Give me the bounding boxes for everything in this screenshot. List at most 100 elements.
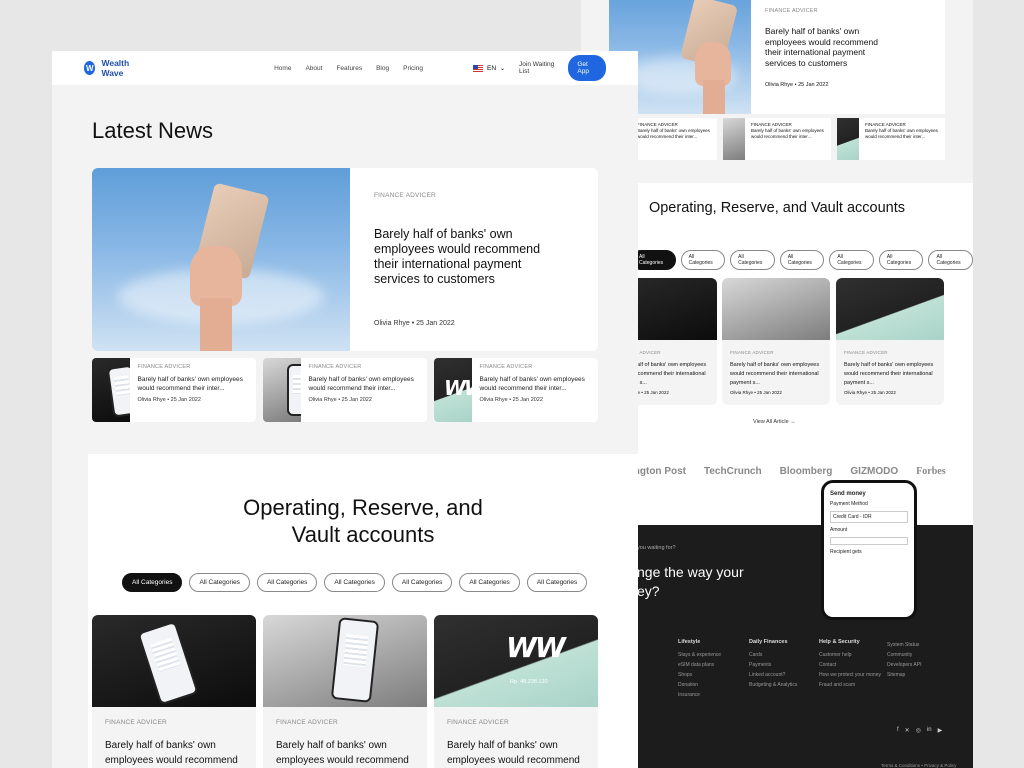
nav-about[interactable]: About: [305, 65, 322, 72]
chip-category[interactable]: All Categories: [324, 573, 385, 592]
top-nav: W Wealth Wave Home About Features Blog P…: [52, 51, 638, 85]
brand-logo[interactable]: W Wealth Wave: [84, 58, 144, 78]
chip-category[interactable]: All Categories: [878, 250, 924, 270]
section-title: Operating, Reserve, and Vault accounts: [243, 495, 483, 547]
language-selector[interactable]: EN ⌄: [472, 64, 506, 72]
article-thumbnail: WW: [434, 358, 472, 422]
card-tag: FINANCE ADVICER: [276, 719, 338, 726]
card-title: Barely half of banks' own employees woul…: [276, 740, 409, 766]
article-image: [263, 615, 427, 707]
chip-category[interactable]: All Categories: [680, 250, 726, 270]
instagram-icon[interactable]: ◎: [916, 727, 921, 734]
chip-category[interactable]: All Categories: [730, 250, 775, 270]
article-card[interactable]: WW Rp. 48.238.120 FINANCE ADVICER Barely …: [434, 615, 598, 768]
small-tag: FINANCE ADVICER: [308, 364, 362, 370]
card-title: Barely half of banks' own employees woul…: [447, 740, 580, 766]
featured-tag: FINANCE ADVICER: [765, 8, 818, 14]
featured-title: Barely half of banks' own employees woul…: [765, 26, 878, 68]
article-card[interactable]: FINANCE ADVICER Barely half of banks' own…: [722, 278, 830, 405]
chip-category[interactable]: All Categories: [829, 250, 874, 270]
card-tag: FINANCE ADVICER: [447, 719, 509, 726]
article-thumbnail: [263, 358, 301, 422]
x-icon[interactable]: ✕: [905, 727, 910, 734]
nav-features[interactable]: Features: [336, 65, 362, 72]
get-app-button[interactable]: Get App: [568, 55, 606, 81]
chip-category[interactable]: All Categories: [391, 573, 453, 592]
small-article-card[interactable]: FINANCE ADVICER Barely half of banks' own…: [723, 118, 831, 160]
small-title: Barely half of banks' own employees woul…: [308, 376, 414, 392]
logo-gizmodo: GIZMODO: [850, 466, 899, 477]
facebook-icon[interactable]: f: [897, 727, 899, 734]
small-tag: FINANCE ADVICER: [137, 364, 191, 370]
secondary-page-preview: FINANCE ADVICER Barely half of banks' ow…: [581, 0, 973, 768]
view-all-link[interactable]: View All Article →: [753, 419, 796, 425]
footer-column: Help & Security Customer help Contact How w…: [819, 639, 881, 688]
linkedin-icon[interactable]: in: [927, 727, 932, 734]
chip-category[interactable]: All Categories: [526, 573, 588, 592]
wealth-wave-icon: W: [84, 61, 96, 75]
article-image: WW Rp. 48.238.120: [434, 615, 598, 707]
logo-techcrunch: TechCrunch: [704, 466, 762, 477]
youtube-icon[interactable]: ▶: [938, 727, 943, 734]
logo-bloomberg: Bloomberg: [779, 466, 833, 477]
small-title: Barely half of banks' own employees woul…: [637, 128, 710, 139]
card-tag: FINANCE ADVICER: [105, 719, 167, 726]
featured-image: [92, 168, 350, 351]
press-logos: ington Post TechCrunch Bloomberg GIZMODO…: [631, 466, 946, 477]
small-author: Olivia Rhye • 25 Jan 2022: [479, 397, 543, 403]
nav-home[interactable]: Home: [274, 65, 291, 72]
nav-pricing[interactable]: Pricing: [403, 65, 423, 72]
small-articles-row: FINANCE ADVICER Barely half of banks' own…: [609, 118, 945, 160]
chip-category[interactable]: All Categories: [189, 573, 250, 592]
small-articles-row: FINANCE ADVICER Barely half of banks' own…: [92, 358, 598, 422]
card-title: Barely half of banks' own employees woul…: [105, 740, 238, 766]
small-author: Olivia Rhye • 25 Jan 2022: [308, 397, 372, 403]
footer-column: Daily Finances Cards Payments Linked accoun…: [749, 639, 798, 688]
social-icons: f ✕ ◎ in ▶: [897, 727, 942, 734]
small-article-card[interactable]: FINANCE ADVICER Barely half of banks' own…: [263, 358, 427, 422]
featured-article-card[interactable]: FINANCE ADVICER Barely half of banks' ow…: [609, 0, 945, 114]
article-image: [92, 615, 256, 707]
featured-title: Barely half of banks' own employees woul…: [374, 227, 541, 286]
featured-tag: FINANCE ADVICER: [374, 192, 436, 199]
footer-cta-heading: nge the way your ey?: [637, 564, 744, 599]
card-tag: FINANCE ADVICER: [730, 350, 774, 355]
brand-name: Wealth Wave: [101, 58, 130, 78]
article-thumbnail: [92, 358, 130, 422]
chip-category[interactable]: All Categories: [256, 573, 318, 592]
us-flag-icon: [472, 64, 483, 72]
chip-category[interactable]: All Categories: [779, 250, 825, 270]
join-waiting-list-link[interactable]: Join Waiting List: [519, 61, 558, 75]
card-title: Barely half of banks' own employees woul…: [730, 362, 820, 386]
card-author: Olivia Rhye • 25 Jan 2022: [730, 390, 782, 395]
footer-question: you waiting for?: [637, 545, 676, 551]
footer-column: System Status Community Developers API Site…: [887, 642, 922, 678]
small-article-card[interactable]: FINANCE ADVICER Barely half of banks' own…: [837, 118, 945, 160]
small-author: Olivia Rhye • 25 Jan 2022: [137, 397, 201, 403]
small-article-card[interactable]: FINANCE ADVICER Barely half of banks' own…: [92, 358, 256, 422]
nav-links: Home About Features Blog Pricing: [274, 65, 423, 72]
page-title: Latest News: [92, 118, 214, 143]
article-card[interactable]: FINANCE ADVICER Barely half of banks' own…: [92, 615, 256, 768]
small-title: Barely half of banks' own employees woul…: [479, 376, 585, 392]
article-card[interactable]: FINANCE ADVICER Barely half of banks' own…: [836, 278, 944, 405]
logo-washington-post: ington Post: [631, 466, 686, 477]
featured-author: Olivia Rhye • 25 Jan 2022: [374, 320, 455, 327]
article-card[interactable]: FINANCE ADVICER Barely half of banks' own…: [263, 615, 427, 768]
card-author: Olivia Rhye • 25 Jan 2022: [844, 390, 896, 395]
featured-article-card[interactable]: FINANCE ADVICER Barely half of banks' ow…: [92, 168, 598, 351]
small-article-card[interactable]: WW FINANCE ADVICER Barely half of banks' …: [434, 358, 598, 422]
small-tag: FINANCE ADVICER: [479, 364, 533, 370]
section-title: Operating, Reserve, and Vault accounts: [648, 200, 906, 216]
nav-blog[interactable]: Blog: [376, 65, 389, 72]
card-amount: Rp. 48.238.120: [510, 679, 548, 685]
chip-category-active[interactable]: All Categories: [122, 573, 183, 592]
category-chips: All Categories All Categories All Catego…: [631, 250, 973, 270]
chip-category[interactable]: All Categories: [459, 573, 520, 592]
chip-category[interactable]: All Categories: [928, 250, 973, 270]
main-page: W Wealth Wave Home About Features Blog P…: [52, 51, 638, 768]
card-title: Barely half of banks' own employees woul…: [844, 362, 934, 386]
category-chips: All Categories All Categories All Catego…: [122, 573, 588, 592]
chevron-down-icon: ⌄: [500, 65, 506, 72]
legal-links[interactable]: Terms & Conditions • Privacy & Policy: [881, 763, 956, 768]
